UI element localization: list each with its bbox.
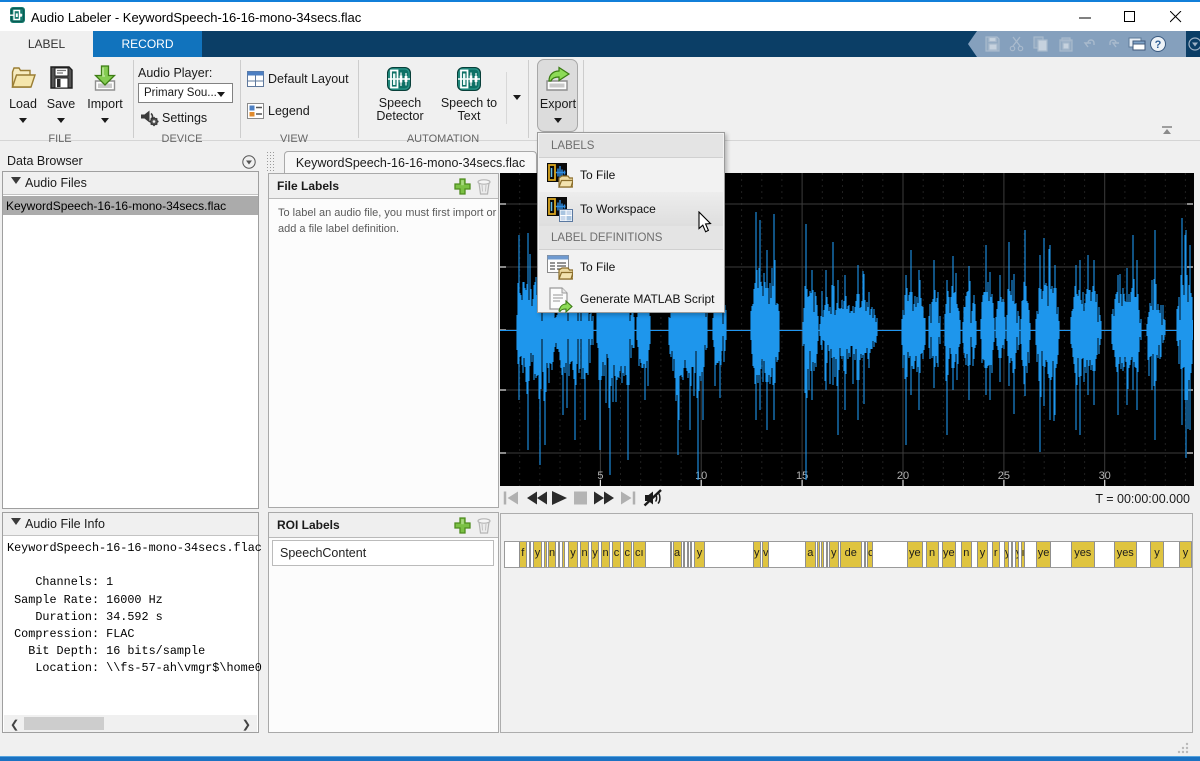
svg-text:?: ? (1155, 39, 1162, 51)
svg-text:20: 20 (897, 470, 909, 482)
svg-text:5: 5 (597, 470, 603, 482)
svg-text:10: 10 (695, 470, 707, 482)
svg-text:30: 30 (1099, 470, 1111, 482)
svg-text:25: 25 (998, 470, 1010, 482)
